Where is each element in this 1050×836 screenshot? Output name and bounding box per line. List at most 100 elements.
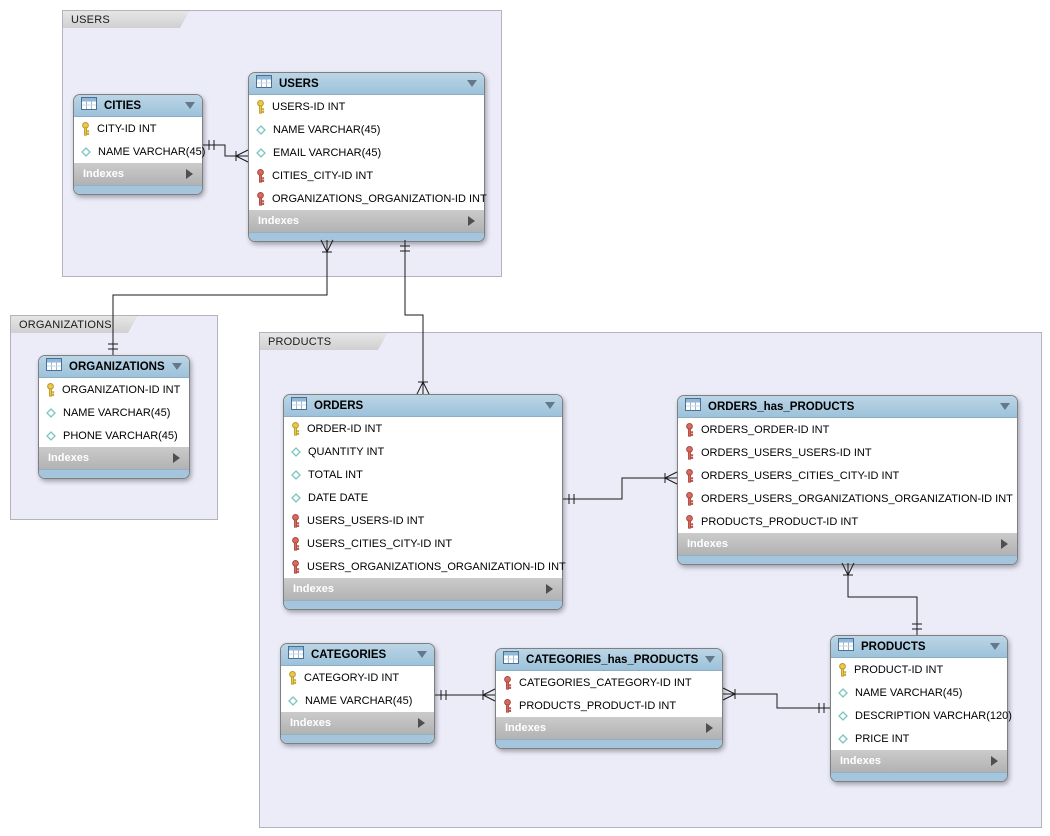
attribute-diamond-icon <box>288 696 298 706</box>
indexes-expand-icon[interactable] <box>418 718 425 728</box>
table-header-products[interactable]: PRODUCTS <box>831 636 1007 658</box>
foreign-key-icon <box>291 514 300 528</box>
collapse-arrow-icon[interactable] <box>172 363 182 370</box>
table-header-users[interactable]: USERS <box>249 73 484 95</box>
foreign-key-icon <box>685 515 694 529</box>
indexes-expand-icon[interactable] <box>1001 539 1008 549</box>
indexes-bar-categories_has_products[interactable]: Indexes <box>496 717 722 739</box>
column-label: NAME VARCHAR(45) <box>98 146 205 158</box>
users-group-tab[interactable]: USERS <box>62 10 190 28</box>
table-header-categories[interactable]: CATEGORIES <box>281 644 434 666</box>
column-label: QUANTITY INT <box>308 446 384 458</box>
indexes-bar-cities[interactable]: Indexes <box>74 163 202 185</box>
indexes-bar-orders_has_products[interactable]: Indexes <box>678 533 1017 555</box>
table-footer-bar <box>496 739 722 748</box>
column-label: USERS_USERS-ID INT <box>307 515 424 527</box>
indexes-bar-products[interactable]: Indexes <box>831 750 1007 772</box>
primary-key-icon <box>256 100 265 114</box>
column-label: NAME VARCHAR(45) <box>305 695 412 707</box>
table-header-cities[interactable]: CITIES <box>74 95 202 117</box>
indexes-expand-icon[interactable] <box>546 584 553 594</box>
collapse-arrow-icon[interactable] <box>185 102 195 109</box>
collapse-arrow-icon[interactable] <box>705 656 715 663</box>
foreign-key-icon <box>503 676 512 690</box>
column-row-orders_has_products-2: ORDERS_USERS_CITIES_CITY-ID INT <box>678 464 1017 487</box>
group-label: PRODUCTS <box>268 336 331 348</box>
table-header-organizations[interactable]: ORGANIZATIONS <box>39 356 189 378</box>
collapse-arrow-icon[interactable] <box>417 651 427 658</box>
table-header-categories_has_products[interactable]: CATEGORIES_has_PRODUCTS <box>496 649 722 671</box>
column-row-categories_has_products-1: PRODUCTS_PRODUCT-ID INT <box>496 694 722 717</box>
column-label: ORDERS_USERS_ORGANIZATIONS_ORGANIZATION-… <box>701 493 1013 505</box>
indexes-label: Indexes <box>258 215 299 227</box>
indexes-expand-icon[interactable] <box>991 756 998 766</box>
foreign-key-icon <box>291 537 300 551</box>
column-label: USERS-ID INT <box>272 101 345 113</box>
column-label: DESCRIPTION VARCHAR(120) <box>855 710 1012 722</box>
indexes-expand-icon[interactable] <box>468 216 475 226</box>
column-label: ORDERS_USERS_CITIES_CITY-ID INT <box>701 470 899 482</box>
column-label: PHONE VARCHAR(45) <box>63 430 178 442</box>
table-cities[interactable]: CITIESCITY-ID INTNAME VARCHAR(45)Indexes <box>73 94 203 195</box>
primary-key-icon <box>838 663 847 677</box>
table-footer-bar <box>678 555 1017 564</box>
column-row-orders_has_products-1: ORDERS_USERS_USERS-ID INT <box>678 441 1017 464</box>
table-categories[interactable]: CATEGORIES CATEGORY-ID INT NAME VARCHAR(45… <box>280 643 435 744</box>
attribute-diamond-icon <box>256 148 266 158</box>
column-label: CITIES_CITY-ID INT <box>272 170 373 182</box>
column-row-users-1: NAME VARCHAR(45) <box>249 118 484 141</box>
table-icon <box>46 358 62 376</box>
column-row-products-2: DESCRIPTION VARCHAR(120) <box>831 704 1007 727</box>
column-label: PRODUCT-ID INT <box>854 664 943 676</box>
indexes-bar-orders[interactable]: Indexes <box>284 578 562 600</box>
indexes-expand-icon[interactable] <box>186 169 193 179</box>
column-row-orders-5: USERS_CITIES_CITY-ID INT <box>284 532 562 555</box>
table-products[interactable]: PRODUCTS PRODUCT-ID INT NAME VARCHAR(45)DE… <box>830 635 1008 782</box>
foreign-key-icon <box>685 469 694 483</box>
table-title: ORDERS <box>314 400 538 412</box>
indexes-label: Indexes <box>83 168 124 180</box>
table-footer-bar <box>39 469 189 478</box>
indexes-label: Indexes <box>687 538 728 550</box>
indexes-bar-categories[interactable]: Indexes <box>281 712 434 734</box>
column-label: ORDER-ID INT <box>307 423 382 435</box>
column-row-users-4: ORGANIZATIONS_ORGANIZATION-ID INT <box>249 187 484 210</box>
indexes-expand-icon[interactable] <box>706 723 713 733</box>
table-users[interactable]: USERSUSERS-ID INTNAME VARCHAR(45)EMAIL V… <box>248 72 485 242</box>
column-label: ORGANIZATION-ID INT <box>62 384 180 396</box>
table-header-orders[interactable]: ORDERS <box>284 395 562 417</box>
column-label: PRODUCTS_PRODUCT-ID INT <box>519 700 676 712</box>
table-categories_has_products[interactable]: CATEGORIES_has_PRODUCTSCATEGORIES_CATEGO… <box>495 648 723 749</box>
table-icon <box>503 651 519 669</box>
collapse-arrow-icon[interactable] <box>545 402 555 409</box>
table-header-orders_has_products[interactable]: ORDERS_has_PRODUCTS <box>678 396 1017 418</box>
table-organizations[interactable]: ORGANIZATIONSORGANIZATION-ID INTNAME VAR… <box>38 355 190 479</box>
table-orders[interactable]: ORDERSORDER-ID INTQUANTITY INTTOTAL INTD… <box>283 394 563 610</box>
indexes-bar-users[interactable]: Indexes <box>249 210 484 232</box>
column-row-products-1: NAME VARCHAR(45) <box>831 681 1007 704</box>
column-row-users-3: CITIES_CITY-ID INT <box>249 164 484 187</box>
primary-key-icon <box>46 383 55 397</box>
products-group-tab[interactable]: PRODUCTS <box>259 332 388 350</box>
column-label: PRICE INT <box>855 733 909 745</box>
column-row-categories-0: CATEGORY-ID INT <box>281 666 434 689</box>
eer-diagram-canvas[interactable]: USERSORGANIZATIONSPRODUCTSCITIESCITY-ID … <box>0 0 1050 836</box>
organizations-group-tab[interactable]: ORGANIZATIONS <box>10 315 138 333</box>
indexes-bar-organizations[interactable]: Indexes <box>39 447 189 469</box>
indexes-expand-icon[interactable] <box>173 453 180 463</box>
table-title: PRODUCTS <box>861 641 983 653</box>
collapse-arrow-icon[interactable] <box>467 80 477 87</box>
column-row-organizations-2: PHONE VARCHAR(45) <box>39 424 189 447</box>
table-title: CATEGORIES <box>311 649 410 661</box>
indexes-label: Indexes <box>290 717 331 729</box>
column-row-orders-0: ORDER-ID INT <box>284 417 562 440</box>
collapse-arrow-icon[interactable] <box>990 643 1000 650</box>
table-orders_has_products[interactable]: ORDERS_has_PRODUCTS ORDERS_ORDER-ID INT OR… <box>677 395 1018 565</box>
column-label: ORDERS_ORDER-ID INT <box>701 424 829 436</box>
table-title: CATEGORIES_has_PRODUCTS <box>526 654 698 666</box>
primary-key-icon <box>291 422 300 436</box>
collapse-arrow-icon[interactable] <box>1000 403 1010 410</box>
table-title: USERS <box>279 78 460 90</box>
column-row-orders_has_products-0: ORDERS_ORDER-ID INT <box>678 418 1017 441</box>
column-label: ORGANIZATIONS_ORGANIZATION-ID INT <box>272 193 487 205</box>
